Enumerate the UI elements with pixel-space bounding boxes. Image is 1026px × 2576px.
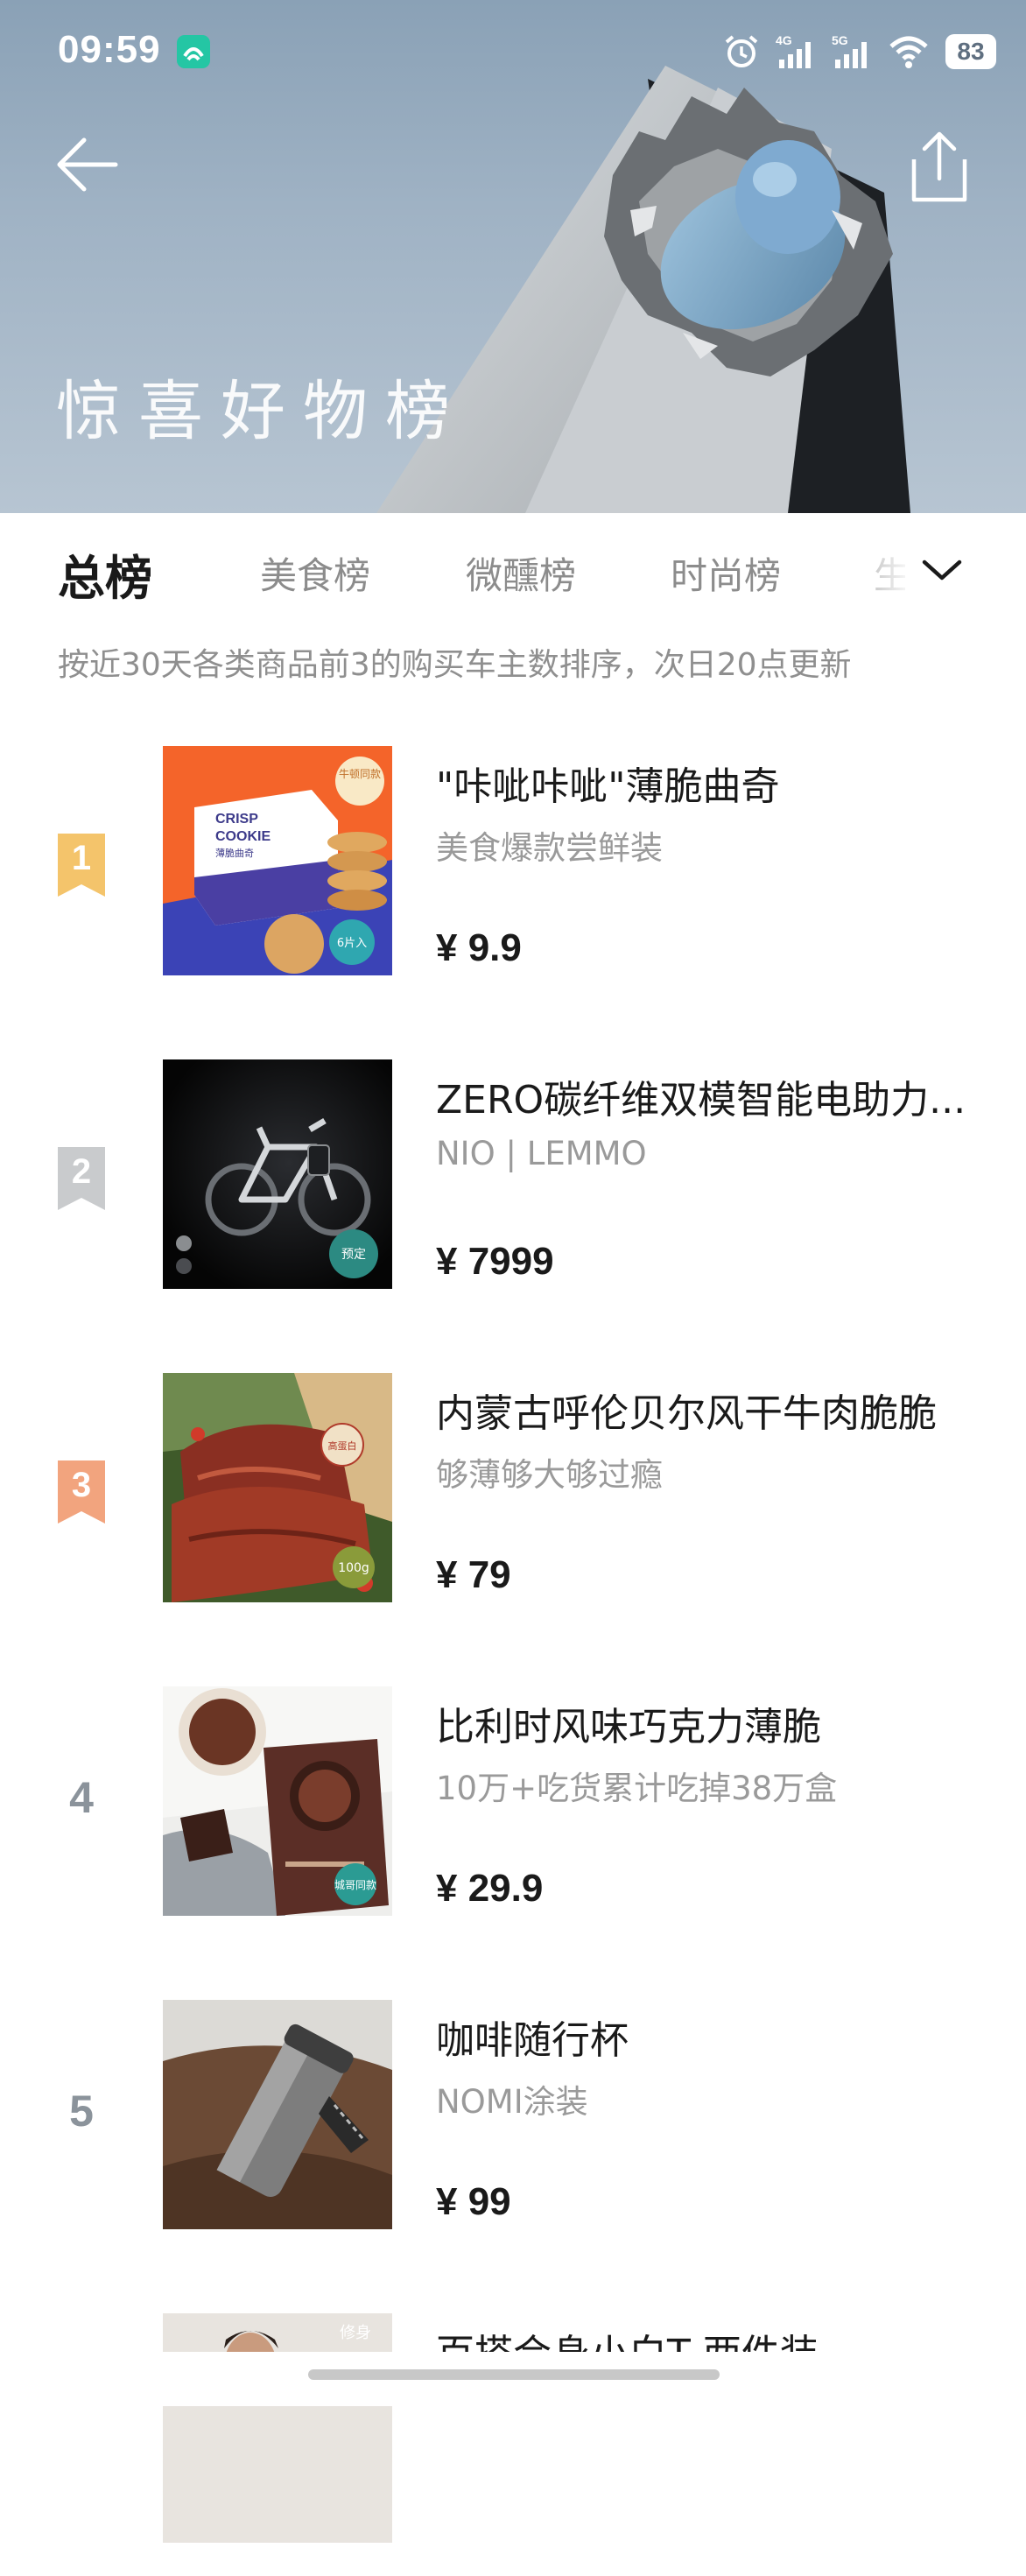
product-subtitle: 10万+吃货累计吃掉38万盒 xyxy=(436,1770,838,1807)
svg-text:4G: 4G xyxy=(776,33,792,47)
list-item[interactable]: 3 高蛋白 100g 内蒙古呼伦贝尔风干牛肉脆脆 够薄够大够过瘾 ¥ 79 xyxy=(0,1373,1026,1636)
share-icon[interactable] xyxy=(903,130,973,205)
svg-text:5G: 5G xyxy=(832,33,848,47)
status-bar: 09:59 4G 5G 83 xyxy=(0,0,1026,105)
same-style-badge: 城哥同款 xyxy=(334,1879,376,1891)
product-image xyxy=(163,2000,392,2229)
ranking-description: 按近30天各类商品前3的购买车主数排序，次日20点更新 xyxy=(58,647,852,683)
corner-tag: 修身 xyxy=(340,2324,371,2342)
chevron-down-icon[interactable] xyxy=(905,536,975,606)
product-name: 比利时风味巧克力薄脆 xyxy=(436,1705,821,1749)
battery-icon: 83 xyxy=(945,34,996,69)
tab-food[interactable]: 美食榜 xyxy=(260,546,370,600)
list-item[interactable]: 5 咖啡随行杯 NOMI涂装 ¥ 99 xyxy=(0,2000,1026,2263)
hero-banner: 09:59 4G 5G 83 惊喜好物榜 xyxy=(0,0,1026,513)
page-title: 惊喜好物榜 xyxy=(56,374,467,449)
alarm-icon xyxy=(725,35,758,67)
corner-tag: 牛顿同款 xyxy=(339,767,381,780)
product-name: "咔呲咔呲"薄脆曲奇 xyxy=(436,764,780,809)
rank-number: 5 xyxy=(69,2087,94,2136)
product-subtitle: 够薄够大够过瘾 xyxy=(436,1456,663,1494)
box-line3: 薄脆曲奇 xyxy=(215,847,254,859)
home-indicator[interactable] xyxy=(308,2369,720,2380)
tab-overall[interactable]: 总榜 xyxy=(58,539,152,609)
status-time: 09:59 xyxy=(58,28,161,71)
back-arrow-icon[interactable] xyxy=(54,130,124,200)
wifi-icon xyxy=(889,36,928,68)
list-item[interactable]: 1 牛顿同款 CRISP COOKIE 薄脆曲奇 6片入 "咔呲咔呲"薄脆曲奇 … xyxy=(0,746,1026,1009)
signal-4g-icon: 4G xyxy=(776,33,811,68)
list-item[interactable]: 2 预定 ZERO碳纤维双模智能电助力... NIO | LEMMO ¥ 799… xyxy=(0,1059,1026,1322)
product-image: 修身 xyxy=(163,2313,392,2543)
product-subtitle: NOMI涂装 xyxy=(436,2083,588,2121)
weight-badge: 100g xyxy=(338,1561,369,1575)
tab-fashion[interactable]: 时尚榜 xyxy=(671,546,781,600)
category-tabs: 总榜 美食榜 微醺榜 时尚榜 生 xyxy=(0,513,1026,629)
count-badge: 6片入 xyxy=(337,937,367,950)
product-price: ¥ 29.9 xyxy=(436,1867,544,1910)
product-price: ¥ 7999 xyxy=(436,1240,554,1283)
product-subtitle: NIO | LEMMO xyxy=(436,1135,647,1172)
preorder-badge: 预定 xyxy=(341,1248,366,1262)
product-image: 预定 xyxy=(163,1059,392,1289)
product-name: 咖啡随行杯 xyxy=(436,2018,629,2063)
signal-5g-icon: 5G xyxy=(832,33,867,68)
product-image: 牛顿同款 CRISP COOKIE 薄脆曲奇 6片入 xyxy=(163,746,392,975)
app-notification-icon xyxy=(177,35,210,68)
rank-number: 4 xyxy=(69,1773,94,1822)
tab-tipsy[interactable]: 微醺榜 xyxy=(466,546,576,600)
product-price: ¥ 79 xyxy=(436,1553,511,1596)
product-price: ¥ 9.9 xyxy=(436,926,522,969)
rank-badge-silver: 2 xyxy=(58,1147,105,1210)
rank-badge-bronze: 3 xyxy=(58,1460,105,1524)
box-line1: CRISP xyxy=(215,812,258,827)
rank-number: 2 xyxy=(71,1152,92,1191)
product-image: 城哥同款 xyxy=(163,1686,392,1916)
product-name: ZERO碳纤维双模智能电助力... xyxy=(436,1078,966,1123)
list-item[interactable]: 4 城哥同款 比利时风味巧克力薄脆 10万+吃货累计吃掉38万盒 ¥ 29.9 xyxy=(0,1686,1026,1949)
rank-number: 1 xyxy=(71,839,92,877)
rank-number: 3 xyxy=(71,1466,92,1504)
protein-tag: 高蛋白 xyxy=(328,1439,357,1452)
rank-badge-gold: 1 xyxy=(58,834,105,897)
product-name: 内蒙古呼伦贝尔风干牛肉脆脆 xyxy=(436,1391,937,1436)
product-subtitle: 美食爆款尝鲜装 xyxy=(436,829,663,867)
product-image: 高蛋白 100g xyxy=(163,1373,392,1602)
box-line2: COOKIE xyxy=(215,829,271,844)
product-price: ¥ 99 xyxy=(436,2180,511,2223)
